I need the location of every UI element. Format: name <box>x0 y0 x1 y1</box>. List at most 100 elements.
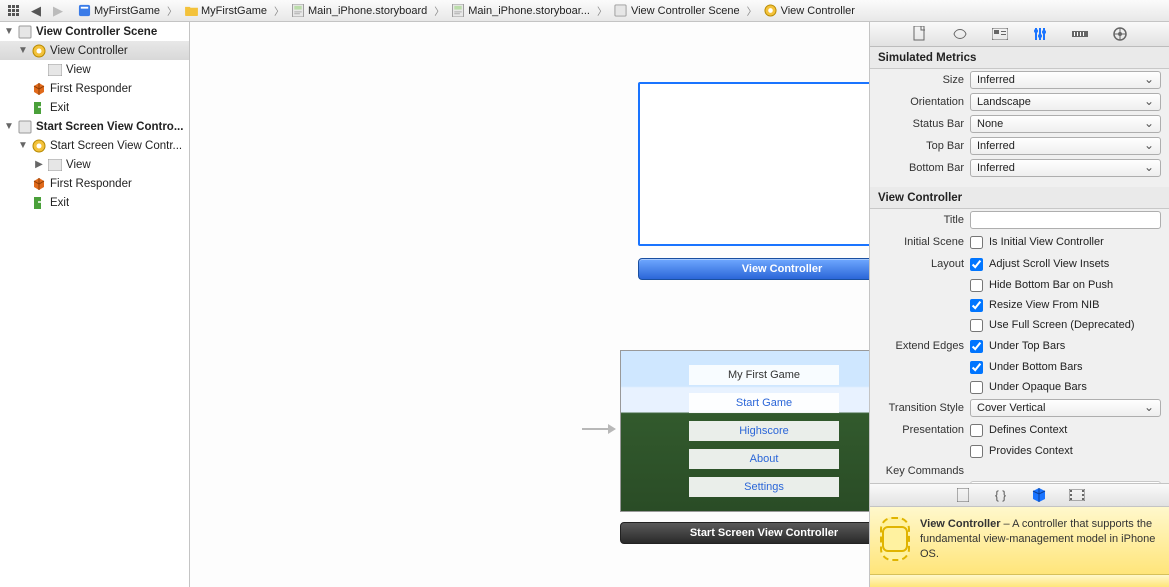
checkbox-label: Adjust Scroll View Insets <box>989 258 1109 270</box>
checkbox-initial[interactable] <box>970 236 983 249</box>
scene-dock-start-screen[interactable]: Start Screen View Controller <box>620 522 869 544</box>
checkbox-under-opaque[interactable] <box>970 381 983 394</box>
disclosure-triangle-icon[interactable]: ▼ <box>4 121 14 132</box>
outline-row[interactable]: ▼ Start Screen View Contro... <box>0 117 189 136</box>
firstresponder-icon <box>31 176 47 192</box>
outline-row[interactable]: Exit <box>0 98 189 117</box>
disclosure-triangle-icon[interactable]: ▶ <box>34 159 44 170</box>
checkbox-full-screen[interactable] <box>970 319 983 332</box>
checkbox-provides-context[interactable] <box>970 445 983 458</box>
popup-size[interactable]: Inferred <box>970 71 1161 89</box>
checkbox-label: Resize View From NIB <box>989 299 1099 311</box>
crumb-label: Main_iPhone.storyboard <box>308 5 427 17</box>
attributes-inspector-icon[interactable] <box>1031 25 1049 43</box>
file-template-library-icon[interactable] <box>954 486 972 504</box>
identity-inspector-icon[interactable] <box>991 25 1009 43</box>
library-tabs: { } <box>870 483 1169 507</box>
checkbox-label: Hide Bottom Bar on Push <box>989 279 1113 291</box>
crumb-viewcontroller[interactable]: View Controller <box>761 3 858 19</box>
back-button[interactable]: ◀ <box>26 3 46 19</box>
field-label-title: Title <box>878 214 964 226</box>
crumb-label: View Controller Scene <box>631 5 740 17</box>
disclosure-triangle-icon[interactable]: ▼ <box>4 26 14 37</box>
outline-row[interactable]: First Responder <box>0 174 189 193</box>
field-label-size: Size <box>878 74 964 86</box>
initial-arrow-icon <box>582 422 616 436</box>
outline-row-label: View Controller Scene <box>36 26 157 38</box>
scene-dock-label: Start Screen View Controller <box>690 527 838 539</box>
field-label-transition: Transition Style <box>878 402 964 414</box>
crumb-storyboard-2[interactable]: Main_iPhone.storyboar... <box>448 3 593 19</box>
scene-view-controller[interactable] <box>638 82 869 246</box>
related-items-icon[interactable] <box>4 3 24 19</box>
outline-row[interactable]: ▶View <box>0 155 189 174</box>
outline-row-label: Exit <box>50 197 69 209</box>
checkbox-label: Defines Context <box>989 424 1067 436</box>
chevron-icon: 〉 <box>165 3 179 18</box>
crumb-label: View Controller <box>781 5 855 17</box>
textfield-title[interactable] <box>970 211 1161 229</box>
crumb-label: MyFirstGame <box>201 5 267 17</box>
field-label-initial: Initial Scene <box>878 236 964 248</box>
popup-topbar[interactable]: Inferred <box>970 137 1161 155</box>
viewcontroller-icon <box>31 43 47 59</box>
size-inspector-icon[interactable] <box>1071 25 1089 43</box>
popup-transition[interactable]: Cover Vertical <box>970 399 1161 417</box>
outline-row[interactable]: Exit <box>0 193 189 212</box>
outline-row-label: First Responder <box>50 83 132 95</box>
outline-row-label: Start Screen View Contro... <box>36 121 183 133</box>
checkbox-under-bottom[interactable] <box>970 361 983 374</box>
forward-button[interactable]: ▶ <box>48 3 68 19</box>
outline-row[interactable]: ▼ View Controller Scene <box>0 22 189 41</box>
crumb-project[interactable]: MyFirstGame <box>74 3 163 19</box>
chevron-icon: 〉 <box>745 3 759 18</box>
viewcontroller-icon <box>31 138 47 154</box>
checkbox-resize-nib[interactable] <box>970 299 983 312</box>
menu-button-about[interactable]: About <box>689 449 839 469</box>
crumb-scene[interactable]: View Controller Scene <box>611 3 743 19</box>
checkbox-adjust-insets[interactable] <box>970 258 983 271</box>
outline-row[interactable]: ▼View Controller <box>0 41 189 60</box>
disclosure-triangle-icon[interactable]: ▼ <box>18 140 28 151</box>
popup-orientation[interactable]: Landscape <box>970 93 1161 111</box>
crumb-folder[interactable]: MyFirstGame <box>181 3 270 19</box>
scene-dock-view-controller[interactable]: View Controller <box>638 258 869 280</box>
field-label-orientation: Orientation <box>878 96 964 108</box>
checkbox-under-top[interactable] <box>970 340 983 353</box>
chevron-icon: 〉 <box>432 3 446 18</box>
menu-button-start[interactable]: Start Game <box>689 393 839 413</box>
scene-start-screen[interactable]: My First Game Start Game Highscore About… <box>620 350 869 512</box>
file-inspector-icon[interactable] <box>911 25 929 43</box>
media-library-icon[interactable] <box>1068 486 1086 504</box>
checkbox-defines-context[interactable] <box>970 424 983 437</box>
popup-statusbar[interactable]: None <box>970 115 1161 133</box>
outline-row[interactable]: First Responder <box>0 79 189 98</box>
checkbox-label: Is Initial View Controller <box>989 236 1104 248</box>
scene-icon <box>17 119 33 135</box>
library-item-text: View Controller – A controller that supp… <box>920 517 1159 562</box>
disclosure-triangle-icon[interactable]: ▼ <box>18 45 28 56</box>
object-library-icon[interactable] <box>1030 486 1048 504</box>
viewcontroller-icon <box>764 4 778 18</box>
library-item-thumb-icon <box>880 517 910 561</box>
code-snippet-library-icon[interactable]: { } <box>992 486 1010 504</box>
storyboard-canvas[interactable]: View Controller My First Game Start Game… <box>190 22 869 587</box>
outline-row[interactable]: ▼Start Screen View Contr... <box>0 136 189 155</box>
document-outline[interactable]: ▼ View Controller Scene ▼View ControllerVi… <box>0 22 190 587</box>
popup-bottombar[interactable]: Inferred <box>970 159 1161 177</box>
menu-button-settings[interactable]: Settings <box>689 477 839 497</box>
checkbox-label: Under Top Bars <box>989 340 1065 352</box>
quickhelp-inspector-icon[interactable] <box>951 25 969 43</box>
project-icon <box>77 4 91 18</box>
outline-row[interactable]: View <box>0 60 189 79</box>
library-item-next[interactable] <box>870 575 1169 587</box>
checkbox-hide-bottom[interactable] <box>970 279 983 292</box>
connections-inspector-icon[interactable] <box>1111 25 1129 43</box>
library-item-viewcontroller[interactable]: View Controller – A controller that supp… <box>870 507 1169 575</box>
menu-button-highscore[interactable]: Highscore <box>689 421 839 441</box>
crumb-storyboard[interactable]: Main_iPhone.storyboard <box>288 3 430 19</box>
checkbox-label: Under Opaque Bars <box>989 381 1087 393</box>
view-icon <box>47 62 63 78</box>
storyboard-icon <box>291 4 305 18</box>
field-label-edges: Extend Edges <box>878 340 964 352</box>
